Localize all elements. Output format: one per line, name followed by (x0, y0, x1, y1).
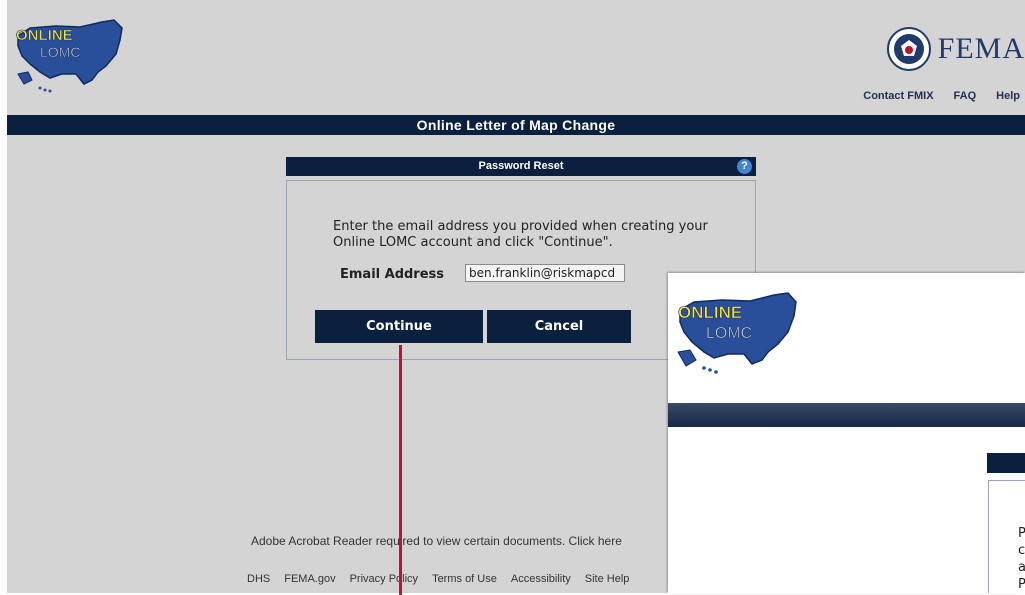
overlay-window: ONLINE LOMC P c a P (668, 273, 1025, 593)
footer-link-accessibility[interactable]: Accessibility (511, 573, 571, 585)
help-link[interactable]: Help (996, 90, 1020, 102)
email-field[interactable] (465, 264, 625, 282)
click-here-link[interactable]: Click here (569, 534, 622, 548)
overlay-title-bar (668, 403, 1025, 427)
dhs-seal-icon (886, 27, 931, 71)
contact-fmix-link[interactable]: Contact FMIX (863, 90, 933, 102)
page-title-bar: Online Letter of Map Change (7, 115, 1025, 135)
online-lomc-logo[interactable]: ONLINE LOMC (10, 14, 130, 94)
logo-text-line2: LOMC (40, 44, 80, 60)
instruction-text: Enter the email address you provided whe… (333, 219, 708, 250)
overlay-dialog-header (987, 453, 1025, 473)
footer-link-dhs[interactable]: DHS (247, 573, 270, 585)
dialog-header: Password Reset ? (286, 157, 756, 176)
overlay-partial-text: P c a P (1018, 526, 1025, 592)
annotation-arrow (399, 345, 402, 595)
overlay-logo-text-line1: ONLINE (678, 303, 742, 322)
dialog-title: Password Reset (478, 160, 564, 172)
help-icon[interactable]: ? (737, 159, 752, 174)
cancel-button[interactable]: Cancel (487, 310, 631, 343)
footer-link-fema[interactable]: FEMA.gov (284, 573, 335, 585)
overlay-logo-text-line2: LOMC (706, 325, 752, 342)
email-label: Email Address (340, 267, 445, 282)
fema-logo[interactable]: FEMA (886, 26, 1025, 72)
continue-button[interactable]: Continue (315, 310, 483, 343)
acrobat-note: Adobe Acrobat Reader required to view ce… (251, 534, 622, 548)
footer-link-terms[interactable]: Terms of Use (432, 573, 497, 585)
faq-link[interactable]: FAQ (954, 90, 977, 102)
logo-text-line1: ONLINE (16, 27, 73, 44)
footer-link-privacy[interactable]: Privacy Policy (350, 573, 418, 585)
fema-wordmark: FEMA (937, 32, 1025, 65)
top-links: Contact FMIX FAQ Help (863, 90, 1020, 102)
acrobat-note-text: Adobe Acrobat Reader required to view ce… (251, 534, 566, 548)
footer-links: DHS FEMA.gov Privacy Policy Terms of Use… (247, 573, 629, 585)
footer-link-site-help[interactable]: Site Help (585, 573, 630, 585)
overlay-online-lomc-logo: ONLINE LOMC (677, 292, 797, 374)
